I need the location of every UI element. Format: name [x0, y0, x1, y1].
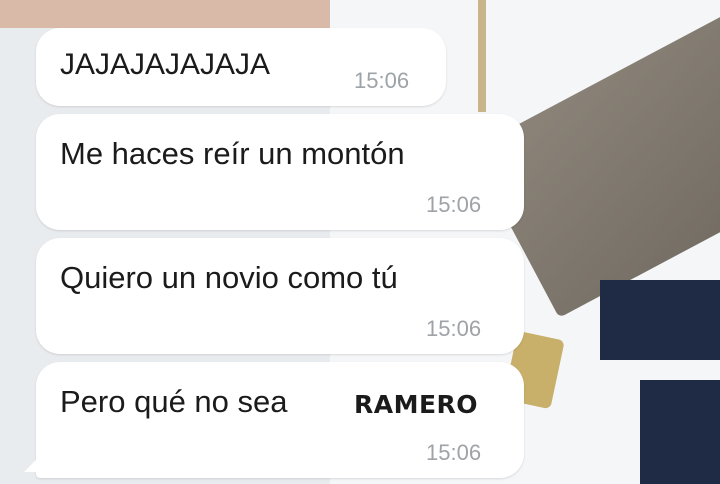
message-bubble[interactable]: Pero qué no sea RAMERO 15:06: [36, 362, 524, 478]
message-timestamp: 15:06: [354, 68, 410, 93]
shirt-pattern: [640, 380, 720, 484]
message-bubble[interactable]: Me haces reír un montón 15:06: [36, 114, 524, 230]
message-bubble[interactable]: JAJAJAJAJAJA 15:06: [36, 28, 446, 106]
message-text: Pero qué no sea: [60, 384, 288, 419]
background-hand: [0, 0, 380, 28]
message-text: JAJAJAJAJAJA: [60, 48, 271, 81]
message-timestamp: 15:06: [426, 316, 482, 341]
message-timestamp: 15:06: [426, 192, 482, 217]
message-text: Quiero un novio como tú: [60, 260, 398, 295]
message-timestamp: 15:06: [426, 440, 482, 465]
shirt-pattern: [600, 280, 720, 360]
necklace-chain: [478, 0, 486, 112]
message-bubble[interactable]: Quiero un novio como tú 15:06: [36, 238, 524, 354]
bubble-tail: [24, 454, 42, 472]
message-sticker-text: RAMERO: [354, 390, 479, 419]
message-text: Me haces reír un montón: [60, 136, 405, 171]
